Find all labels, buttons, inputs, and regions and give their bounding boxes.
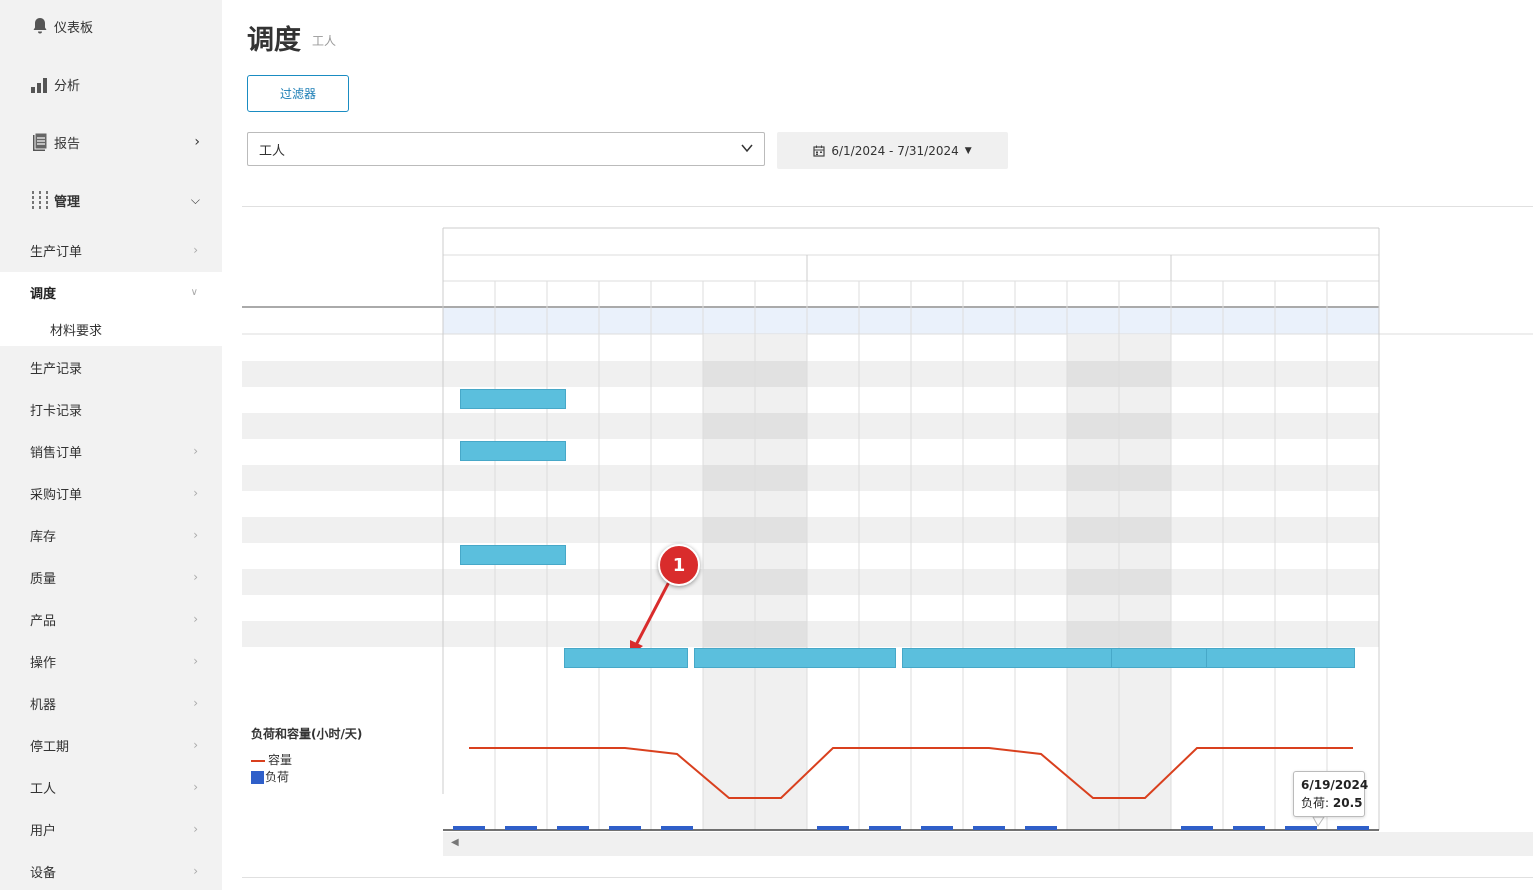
load-percent-cell — [703, 307, 755, 333]
callout-badge: 1 — [658, 544, 700, 586]
tooltip-label: 负荷 — [1301, 796, 1326, 810]
weekend-shade — [1067, 335, 1119, 830]
load-bar — [557, 826, 589, 830]
load-percent-cell — [599, 307, 651, 333]
gantt-grid — [242, 227, 1533, 831]
load-percent-cell — [963, 307, 1015, 333]
row-stripe — [242, 413, 1379, 439]
tooltip-date: 6/19/2024 — [1301, 778, 1369, 792]
load-bar — [505, 826, 537, 830]
load-percent-cell — [807, 307, 859, 333]
load-percent-cell — [1119, 307, 1171, 333]
load-bar — [1025, 826, 1057, 830]
load-percent-cell — [651, 307, 703, 333]
load-bar — [609, 826, 641, 830]
load-percent-cell — [1015, 307, 1067, 333]
legend-capacity-label: 容量 — [268, 753, 293, 767]
load-bar — [661, 826, 693, 830]
horizontal-scrollbar[interactable]: ◀ — [443, 832, 1533, 856]
load-percent-cell — [911, 307, 963, 333]
load-percent-cell — [859, 307, 911, 333]
chart-tooltip: 6/19/2024 负荷: 20.5 — [1293, 771, 1369, 817]
load-capacity-chart-title: 负荷和容量(小时/天) — [251, 727, 363, 741]
load-percent-cell — [755, 307, 807, 333]
weekend-shade — [755, 335, 807, 830]
tooltip-value: 20.5 — [1332, 796, 1363, 810]
row-stripe — [242, 361, 1379, 387]
tooltip-pointer — [1312, 816, 1325, 827]
load-percent-cell — [547, 307, 599, 333]
load-percent-cell — [495, 307, 547, 333]
load-bar — [817, 826, 849, 830]
load-bar — [1337, 826, 1369, 830]
order-bar[interactable] — [1111, 648, 1207, 668]
weekend-shade — [1119, 335, 1171, 830]
load-bar — [921, 826, 953, 830]
load-percent-cell — [443, 307, 495, 333]
row-stripe — [242, 569, 1379, 595]
load-swatch — [251, 771, 264, 784]
weekend-shade — [703, 335, 755, 830]
order-bar[interactable] — [564, 648, 688, 668]
row-stripe — [242, 621, 1379, 647]
scroll-left-arrow-icon[interactable]: ◀ — [451, 837, 459, 848]
capacity-swatch — [251, 759, 265, 762]
legend-load: 负荷 — [251, 768, 289, 785]
load-bar — [1181, 826, 1213, 830]
order-bar[interactable] — [460, 389, 566, 409]
load-percent-cell — [1327, 307, 1379, 333]
load-percent-cell — [1171, 307, 1223, 333]
tooltip-value-line: 负荷: 20.5 — [1301, 796, 1363, 810]
load-bar — [1285, 826, 1317, 830]
row-stripe — [242, 517, 1379, 543]
order-bar[interactable] — [460, 441, 566, 461]
legend-load-label: 负荷 — [265, 770, 290, 784]
load-bar — [453, 826, 485, 830]
load-bar — [1233, 826, 1265, 830]
load-bar — [973, 826, 1005, 830]
load-percent-cell — [1223, 307, 1275, 333]
order-bar[interactable] — [902, 648, 1112, 668]
order-bar[interactable] — [694, 648, 896, 668]
row-stripe — [242, 465, 1379, 491]
load-percent-cell — [1067, 307, 1119, 333]
order-bar[interactable] — [460, 545, 566, 565]
legend-capacity: 容量 — [251, 751, 292, 768]
load-percent-cell — [1275, 307, 1327, 333]
divider — [242, 877, 1533, 878]
load-bar — [869, 826, 901, 830]
order-bar[interactable] — [1206, 648, 1355, 668]
